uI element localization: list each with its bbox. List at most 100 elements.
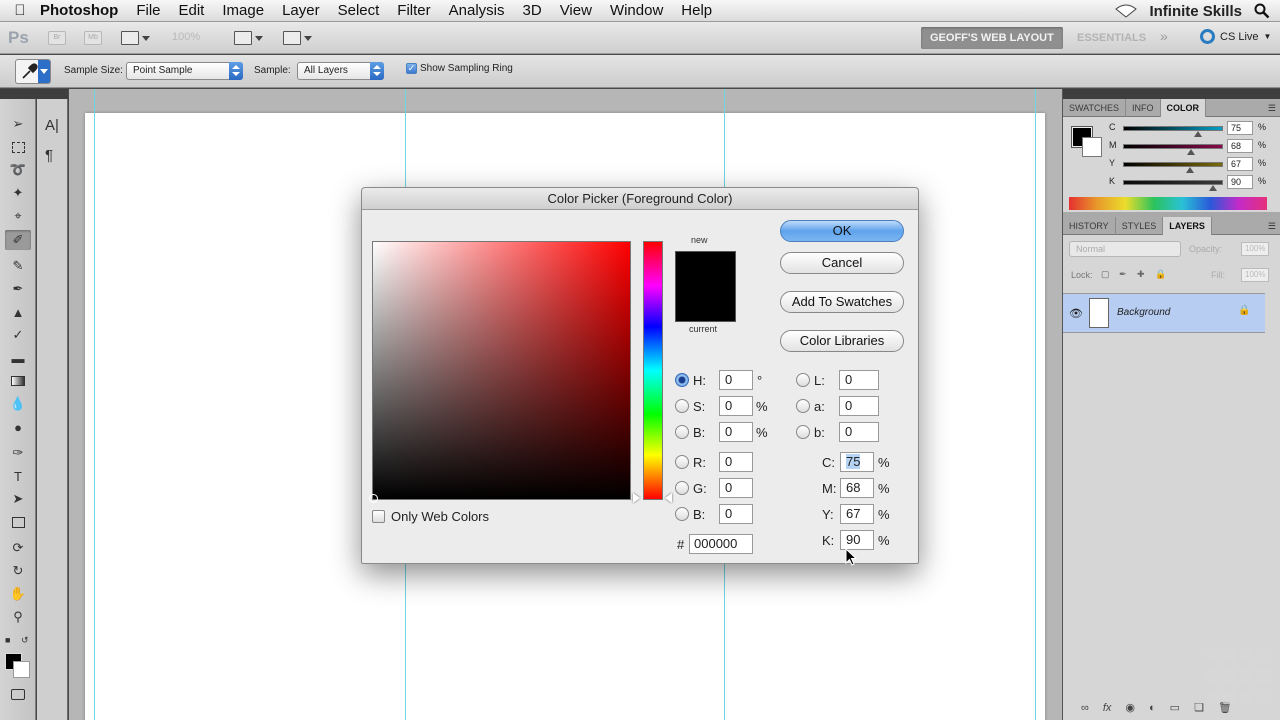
tools-panel-header[interactable] xyxy=(0,89,68,99)
color-libraries-button[interactable]: Color Libraries xyxy=(780,330,904,352)
spot-healing-tool-icon[interactable]: ✎ xyxy=(5,256,31,276)
paragraph-panel-icon[interactable]: ¶ xyxy=(45,147,53,164)
wifi-icon[interactable] xyxy=(1115,4,1138,18)
shape-tool-icon[interactable] xyxy=(5,512,31,532)
zoom-tool-icon[interactable]: ⚲ xyxy=(5,607,31,627)
tool-preset-picker[interactable] xyxy=(15,59,51,84)
layer-row-background[interactable]: 👁 Background 🔒 xyxy=(1063,293,1265,333)
quick-mask-icon[interactable] xyxy=(5,684,31,704)
screen-mode-dropdown[interactable] xyxy=(283,29,312,47)
current-color-swatch[interactable] xyxy=(675,287,736,322)
new-group-icon[interactable]: ▭ xyxy=(1170,701,1180,714)
menu-3d[interactable]: 3D xyxy=(514,0,551,22)
layer-style-icon[interactable]: fx xyxy=(1103,702,1112,714)
channel-value-input[interactable]: 75 xyxy=(1227,121,1253,135)
swap-colors-icon[interactable]: ↺ xyxy=(21,635,29,646)
lab-l-input[interactable]: 0 xyxy=(839,370,879,390)
channel-value-input[interactable]: 67 xyxy=(1227,157,1253,171)
guide-line[interactable] xyxy=(1035,89,1036,720)
link-layers-icon[interactable]: ∞ xyxy=(1081,702,1089,714)
move-tool-icon[interactable]: ➢ xyxy=(5,114,31,134)
panel-menu-icon[interactable]: ☰ xyxy=(1268,221,1276,232)
dodge-tool-icon[interactable]: ● xyxy=(5,417,31,437)
lock-all-icon[interactable]: 🔒 xyxy=(1155,269,1166,280)
default-colors-icon[interactable]: ■ xyxy=(5,635,10,645)
brightness-radio[interactable] xyxy=(675,425,689,439)
adjustment-layer-icon[interactable]: ◐ xyxy=(1149,702,1156,714)
yellow-input[interactable]: 67 xyxy=(840,504,874,524)
slider-thumb-icon[interactable] xyxy=(1186,167,1194,173)
green-input[interactable]: 0 xyxy=(719,478,753,498)
ok-button[interactable]: OK xyxy=(780,220,904,242)
blur-tool-icon[interactable]: 💧 xyxy=(5,394,31,414)
bridge-icon[interactable]: Br xyxy=(48,31,66,45)
menu-app-photoshop[interactable]: Photoshop xyxy=(40,0,127,22)
menu-select[interactable]: Select xyxy=(329,0,389,22)
tab-history[interactable]: HISTORY xyxy=(1063,217,1116,235)
view-extras-dropdown[interactable] xyxy=(121,29,150,47)
tab-info[interactable]: INFO xyxy=(1126,99,1161,117)
lab-a-radio[interactable] xyxy=(796,399,810,413)
clone-stamp-tool-icon[interactable]: ▲ xyxy=(5,302,31,322)
more-workspaces-icon[interactable]: » xyxy=(1160,28,1168,44)
sample-select[interactable]: All Layers xyxy=(297,62,384,80)
only-web-colors-checkbox[interactable]: Only Web Colors xyxy=(372,509,489,524)
mini-bridge-icon[interactable]: Mb xyxy=(84,31,102,45)
cyan-input[interactable]: 75 xyxy=(840,452,874,472)
workspace-essentials-button[interactable]: ESSENTIALS xyxy=(1068,27,1155,49)
menu-help[interactable]: Help xyxy=(672,0,721,22)
lab-b-radio[interactable] xyxy=(796,425,810,439)
tab-layers[interactable]: LAYERS xyxy=(1163,217,1212,235)
menu-window[interactable]: Window xyxy=(601,0,672,22)
slider-thumb-icon[interactable] xyxy=(1187,149,1195,155)
channel-value-input[interactable]: 68 xyxy=(1227,139,1253,153)
channel-slider[interactable] xyxy=(1123,180,1223,185)
hand-tool-icon[interactable]: ✋ xyxy=(5,584,31,604)
crop-tool-icon[interactable]: ⌖ xyxy=(5,206,31,226)
spotlight-search-icon[interactable] xyxy=(1254,3,1270,19)
channel-value-input[interactable]: 90 xyxy=(1227,175,1253,189)
cancel-button[interactable]: Cancel xyxy=(780,252,904,274)
tab-color[interactable]: COLOR xyxy=(1160,99,1207,117)
pen-tool-icon[interactable]: ✑ xyxy=(5,443,31,463)
color-field[interactable] xyxy=(369,241,631,503)
sample-size-select[interactable]: Point Sample xyxy=(126,62,243,80)
lab-l-radio[interactable] xyxy=(796,373,810,387)
quick-selection-tool-icon[interactable]: ✦ xyxy=(5,183,31,203)
lock-transparent-icon[interactable]: ▢ xyxy=(1101,269,1110,280)
blue-input[interactable]: 0 xyxy=(719,504,753,524)
eyedropper-tool-icon[interactable]: ✐ xyxy=(5,230,31,250)
panel-background-swatch[interactable] xyxy=(1082,137,1102,157)
channel-slider[interactable] xyxy=(1123,162,1223,167)
background-color-swatch[interactable] xyxy=(13,661,30,678)
3d-rotate-tool-icon[interactable]: ⟳ xyxy=(5,538,31,558)
channel-slider[interactable] xyxy=(1123,144,1223,149)
add-to-swatches-button[interactable]: Add To Swatches xyxy=(780,291,904,313)
menu-filter[interactable]: Filter xyxy=(388,0,439,22)
brightness-input[interactable]: 0 xyxy=(719,422,753,442)
panel-dock-header[interactable] xyxy=(1063,89,1280,99)
hue-input[interactable]: 0 xyxy=(719,370,753,390)
lock-pixels-icon[interactable]: ✒ xyxy=(1119,269,1127,280)
opacity-input[interactable]: 100% xyxy=(1241,242,1269,256)
menu-edit[interactable]: Edit xyxy=(170,0,214,22)
saturation-radio[interactable] xyxy=(675,399,689,413)
menu-analysis[interactable]: Analysis xyxy=(440,0,514,22)
eraser-tool-icon[interactable]: ▬ xyxy=(5,348,31,368)
layer-name[interactable]: Background xyxy=(1117,307,1170,318)
path-selection-tool-icon[interactable]: ➤ xyxy=(5,489,31,509)
blue-radio[interactable] xyxy=(675,507,689,521)
slider-thumb-icon[interactable] xyxy=(1209,185,1217,191)
brush-tool-icon[interactable]: ✒ xyxy=(5,279,31,299)
lasso-tool-icon[interactable]: ➰ xyxy=(5,160,31,180)
lock-position-icon[interactable]: ✚ xyxy=(1137,269,1145,280)
hue-slider-right-arrow-icon[interactable] xyxy=(665,493,672,503)
blend-mode-select[interactable]: Normal xyxy=(1069,241,1181,257)
panel-menu-icon[interactable]: ☰ xyxy=(1268,103,1276,114)
tab-swatches[interactable]: SWATCHES xyxy=(1063,99,1127,117)
red-radio[interactable] xyxy=(675,455,689,469)
channel-slider[interactable] xyxy=(1123,126,1223,131)
black-input[interactable]: 90 xyxy=(840,530,874,550)
zoom-level[interactable]: 100% xyxy=(172,31,200,43)
character-panel-icon[interactable]: A| xyxy=(45,117,59,134)
